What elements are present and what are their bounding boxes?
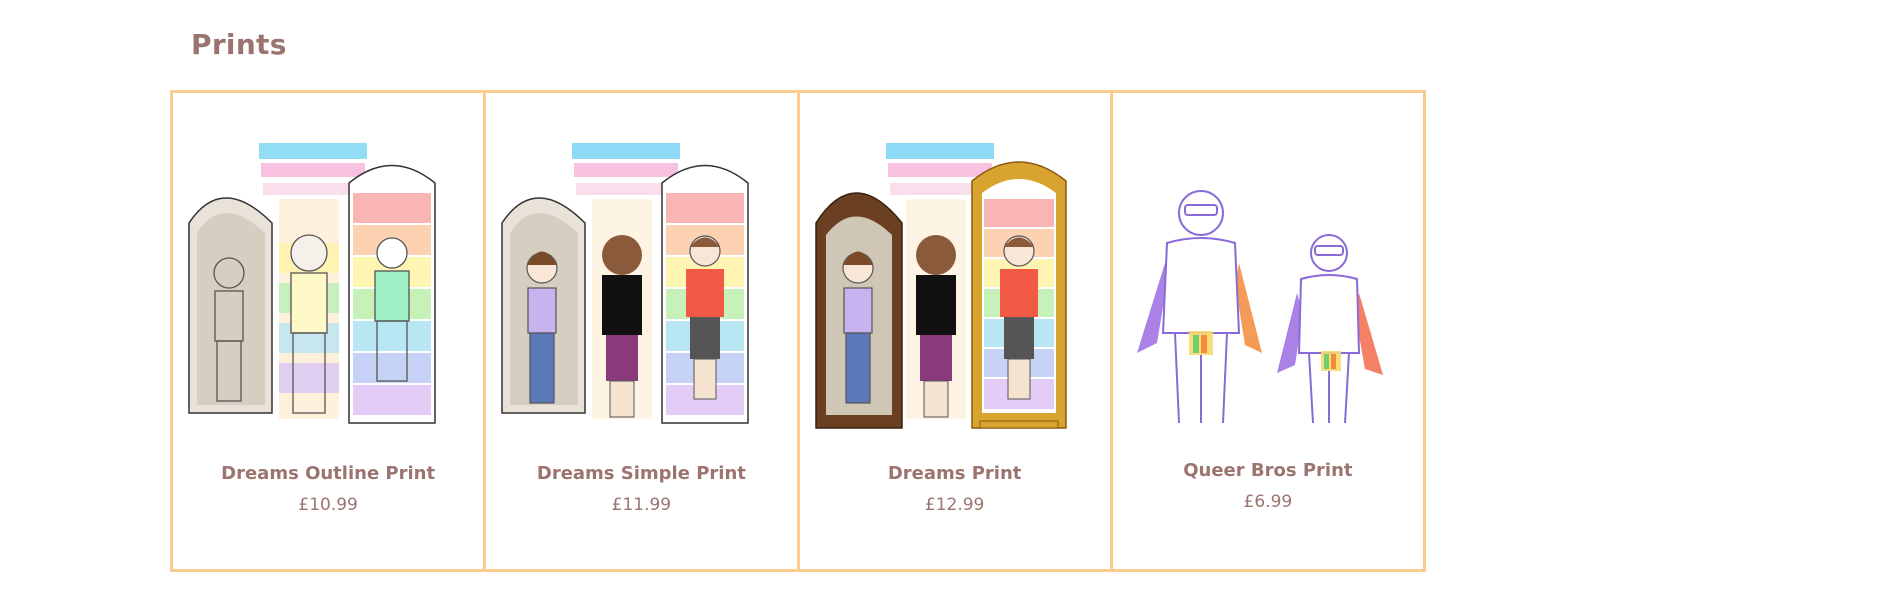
product-price: £12.99	[924, 495, 985, 515]
product-image-dreams-simple[interactable]	[500, 143, 780, 433]
section-title: Prints	[191, 28, 287, 61]
product-price: £11.99	[611, 495, 672, 515]
product-image-dreams-outline[interactable]	[187, 143, 467, 433]
product-card-dreams-outline[interactable]: Dreams Outline Print £10.99	[173, 93, 487, 569]
product-card-dreams[interactable]: Dreams Print £12.99	[800, 93, 1113, 569]
product-title[interactable]: Dreams Print	[800, 463, 1110, 484]
product-title[interactable]: Dreams Simple Print	[486, 463, 796, 484]
product-grid: Dreams Outline Print £10.99 Dreams Simpl…	[170, 90, 1426, 572]
product-title[interactable]: Queer Bros Print	[1113, 460, 1423, 481]
product-price: £10.99	[298, 495, 358, 515]
product-price: £6.99	[1243, 492, 1293, 512]
product-card-queer-bros[interactable]: Queer Bros Print £6.99	[1113, 93, 1423, 569]
product-title[interactable]: Dreams Outline Print	[173, 463, 483, 484]
product-image-dreams[interactable]	[814, 143, 1094, 433]
product-card-dreams-simple[interactable]: Dreams Simple Print £11.99	[486, 93, 800, 569]
product-image-queer-bros[interactable]	[1127, 143, 1407, 433]
